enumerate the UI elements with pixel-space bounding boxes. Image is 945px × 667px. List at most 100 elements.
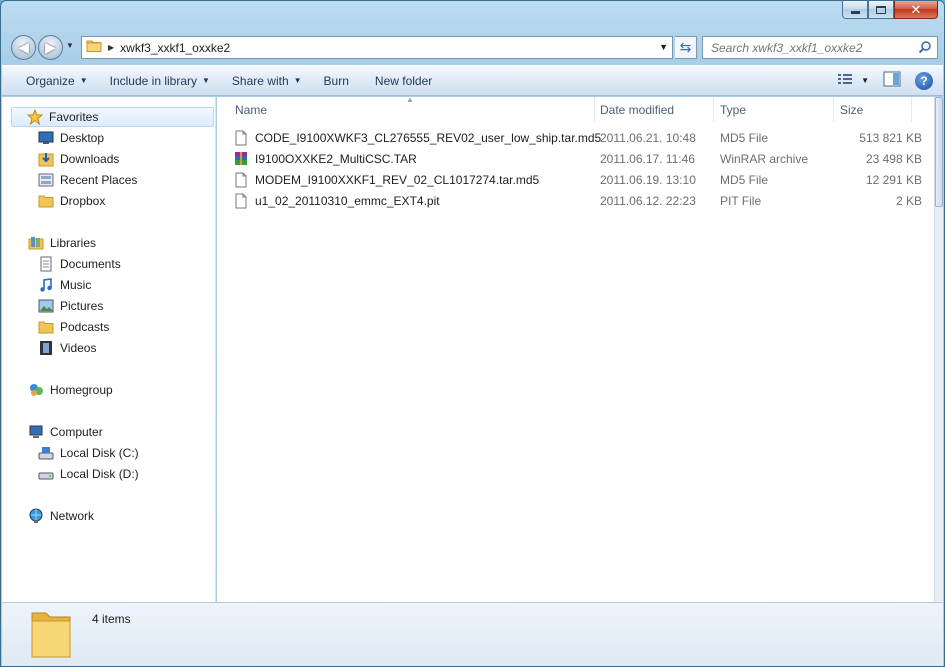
sidebar-item-libraries[interactable]: Libraries [28,233,96,253]
file-type: PIT File [720,194,762,208]
sidebar-item-recent-places[interactable]: Recent Places [38,170,137,190]
maximize-icon [876,5,886,14]
command-bar: Organize ▼ Include in library ▼ Share with… [2,65,943,96]
explorer-window: ✕ ◀ ▶ ▼ ▶ xwkf3_xxkf1_oxxke2 ▼ ⇆ Organiz… [0,0,945,667]
recent-places-icon [38,172,54,188]
pictures-icon [38,298,54,314]
column-header-label: Size [840,102,864,117]
sidebar-item-downloads[interactable]: Downloads [38,149,119,169]
table-row[interactable]: I9100OXXKE2_MultiCSC.TAR 2011.06.17. 11:… [233,149,922,169]
column-header-label: Name [235,102,268,117]
sidebar-item-label: Videos [60,341,97,355]
sidebar-item-computer[interactable]: Computer [28,422,103,442]
back-arrow-icon: ◀ [18,39,29,55]
file-type: MD5 File [720,173,769,187]
chevron-down-icon: ▼ [202,76,210,85]
column-header-label: Date modified [600,102,675,117]
file-list-view: Name ▲ Date modified Type Size CODE_I910… [217,95,935,602]
hard-drive-icon [38,466,54,482]
file-size: 513 821 KB [859,131,922,145]
sidebar-item-dropbox[interactable]: Dropbox [38,191,105,211]
minimize-button[interactable] [842,1,868,19]
column-header-type[interactable]: Type [714,97,834,122]
details-view-icon [837,72,853,89]
sidebar-item-label: Downloads [60,152,120,166]
folder-icon [86,39,102,56]
music-icon [38,277,54,293]
sidebar-item-label: Favorites [49,110,99,124]
burn-button[interactable]: Burn [316,74,357,88]
navigation-bar: ◀ ▶ ▼ ▶ xwkf3_xxkf1_oxxke2 ▼ ⇆ [11,33,938,61]
table-row[interactable]: MODEM_I9100XXKF1_REV_02_CL1017274.tar.md… [233,170,922,190]
change-view-button[interactable]: ▼ [837,72,869,89]
star-icon [27,109,43,125]
sort-ascending-icon: ▲ [406,95,414,104]
share-with-label: Share with [231,73,289,88]
network-icon [28,508,44,524]
burn-label: Burn [323,73,349,88]
sidebar-item-music[interactable]: Music [38,275,91,295]
address-bar[interactable]: ▶ xwkf3_xxkf1_oxxke2 ▼ [81,36,673,59]
item-count: 4 items [92,612,131,626]
sidebar-item-label: Dropbox [60,194,106,208]
preview-pane-button[interactable] [883,71,901,90]
view-controls: ▼ ? [823,71,933,90]
file-size: 12 291 KB [865,173,922,187]
search-input[interactable] [711,40,911,55]
sidebar-item-label: Desktop [60,131,105,145]
refresh-button[interactable]: ⇆ [675,36,697,59]
sidebar-item-videos[interactable]: Videos [38,338,96,358]
refresh-icon: ⇆ [679,39,692,55]
address-dropdown-icon[interactable]: ▼ [659,42,668,52]
help-button[interactable]: ? [915,71,933,90]
sidebar-item-documents[interactable]: Documents [38,254,121,274]
search-box[interactable] [702,36,938,59]
recent-pages-dropdown[interactable]: ▼ [66,41,74,50]
file-type: WinRAR archive [720,152,809,166]
sidebar-item-desktop[interactable]: Desktop [38,128,104,148]
close-button[interactable]: ✕ [894,1,938,19]
new-folder-button[interactable]: New folder [367,74,440,88]
forward-button[interactable]: ▶ [38,35,63,60]
breadcrumb-current-folder[interactable]: xwkf3_xxkf1_oxxke2 [120,41,230,55]
sidebar-item-local-disk-c[interactable]: Local Disk (C:) [38,443,139,463]
search-icon[interactable] [918,40,932,57]
sidebar-item-local-disk-d[interactable]: Local Disk (D:) [38,464,139,484]
winrar-archive-icon [233,151,249,167]
file-name-cell: CODE_I9100XWKF3_CL276555_REV02_user_low_… [233,128,601,148]
column-header-date-modified[interactable]: Date modified [594,97,714,122]
sidebar-item-favorites[interactable]: Favorites [11,107,214,127]
sidebar-item-pictures[interactable]: Pictures [38,296,103,316]
include-in-library-label: Include in library [109,73,197,88]
new-folder-label: New folder [374,73,433,88]
close-icon: ✕ [910,2,922,17]
navigation-pane: Favorites Desktop Downloads Recent Place… [2,97,216,602]
folder-icon [38,319,54,335]
back-button[interactable]: ◀ [11,35,36,60]
share-with-button[interactable]: Share with ▼ [224,74,310,88]
forward-arrow-icon: ▶ [45,39,56,55]
sidebar-item-homegroup[interactable]: Homegroup [28,380,113,400]
table-row[interactable]: u1_02_20110310_emmc_EXT4.pit 2011.06.12.… [233,191,922,211]
caption-buttons: ✕ [842,1,938,19]
videos-icon [38,340,54,356]
downloads-folder-icon [38,151,54,167]
table-row[interactable]: CODE_I9100XWKF3_CL276555_REV02_user_low_… [233,128,922,148]
scrollbar-thumb[interactable] [935,97,943,207]
details-pane: 4 items [2,602,943,666]
organize-button[interactable]: Organize ▼ [18,74,96,88]
sidebar-item-podcasts[interactable]: Podcasts [38,317,109,337]
file-date: 2011.06.17. 11:46 [600,152,695,166]
column-header-size[interactable]: Size [834,97,912,122]
chevron-down-icon: ▼ [79,76,88,85]
maximize-button[interactable] [868,1,894,19]
breadcrumb-chevron-icon[interactable]: ▶ [108,43,114,52]
vertical-scrollbar[interactable] [934,97,943,602]
help-icon: ? [915,71,933,90]
sidebar-item-label: Libraries [50,236,97,250]
file-date: 2011.06.19. 13:10 [600,173,696,187]
include-in-library-button[interactable]: Include in library ▼ [102,74,218,88]
sidebar-item-network[interactable]: Network [28,506,94,526]
column-header-label: Type [720,102,747,117]
chevron-down-icon[interactable]: ▼ [861,76,869,85]
